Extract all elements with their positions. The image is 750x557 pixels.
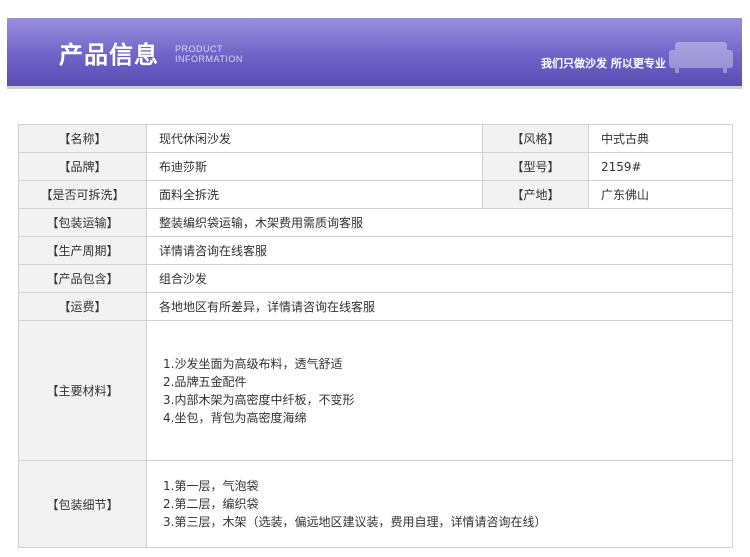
materials-label: 【主要材料】 [18, 320, 147, 461]
product-info-table: 【名称】 现代休闲沙发 【风格】 中式古典 【品牌】 布迪莎斯 【型号】 215… [18, 124, 733, 548]
table-row: 【名称】 现代休闲沙发 【风格】 中式古典 [18, 124, 733, 153]
page-title: 产品信息 [59, 41, 159, 69]
slogan: 我们只做沙发 所以更专业 [541, 57, 666, 70]
name-value: 现代休闲沙发 [146, 124, 483, 153]
table-row: 【运费】 各地地区有所差异，详情请咨询在线客服 [18, 292, 733, 321]
packing-label: 【包装细节】 [18, 460, 147, 548]
table-row: 【产品包含】 组合沙发 [18, 264, 733, 293]
list-item: 2.第二层，编织袋 [163, 497, 259, 511]
cycle-value: 详情请咨询在线客服 [146, 236, 733, 265]
model-value: 2159# [588, 152, 733, 181]
table-row: 【是否可拆洗】 面料全拆洗 【产地】 广东佛山 [18, 180, 733, 209]
includes-value: 组合沙发 [146, 264, 733, 293]
title-english: PRODUCT INFORMATION [175, 44, 243, 64]
name-label: 【名称】 [18, 124, 147, 153]
table-row: 【主要材料】 1.沙发坐面为高级布料，透气舒适 2.品牌五金配件 3.内部木架为… [18, 320, 733, 461]
list-item: 1.第一层，气泡袋 [163, 479, 259, 493]
title-english-line1: PRODUCT [175, 44, 223, 54]
includes-label: 【产品包含】 [18, 264, 147, 293]
packing-value: 1.第一层，气泡袋 2.第二层，编织袋 3.第三层，木架（选装，偏远地区建议装，… [146, 460, 733, 548]
table-row: 【生产周期】 详情请咨询在线客服 [18, 236, 733, 265]
model-label: 【型号】 [482, 152, 589, 181]
origin-label: 【产地】 [482, 180, 589, 209]
freight-value: 各地地区有所差异，详情请咨询在线客服 [146, 292, 733, 321]
table-row: 【包装运输】 整装编织袋运输，木架费用需质询客服 [18, 208, 733, 237]
materials-value: 1.沙发坐面为高级布料，透气舒适 2.品牌五金配件 3.内部木架为高密度中纤板，… [146, 320, 733, 461]
list-item: 3.内部木架为高密度中纤板，不变形 [163, 392, 355, 407]
table-row: 【品牌】 布迪莎斯 【型号】 2159# [18, 152, 733, 181]
title-english-line2: INFORMATION [175, 54, 243, 64]
list-item: 2.品牌五金配件 [163, 374, 247, 389]
list-item: 4.坐包，背包为高密度海绵 [163, 410, 307, 425]
sofa-icon [669, 42, 733, 73]
cycle-label: 【生产周期】 [18, 236, 147, 265]
list-item: 1.沙发坐面为高级布料，透气舒适 [163, 356, 343, 371]
removable-label: 【是否可拆洗】 [18, 180, 147, 209]
brand-value: 布迪莎斯 [146, 152, 483, 181]
shipping-label: 【包装运输】 [18, 208, 147, 237]
brand-label: 【品牌】 [18, 152, 147, 181]
shipping-value: 整装编织袋运输，木架费用需质询客服 [146, 208, 733, 237]
style-value: 中式古典 [588, 124, 733, 153]
table-row: 【包装细节】 1.第一层，气泡袋 2.第二层，编织袋 3.第三层，木架（选装，偏… [18, 460, 733, 548]
list-item: 3.第三层，木架（选装，偏远地区建议装，费用自理，详情请咨询在线） [163, 515, 547, 529]
removable-value: 面料全拆洗 [146, 180, 483, 209]
origin-value: 广东佛山 [588, 180, 733, 209]
freight-label: 【运费】 [18, 292, 147, 321]
style-label: 【风格】 [482, 124, 589, 153]
header-banner: 产品信息 PRODUCT INFORMATION 我们只做沙发 所以更专业 [7, 18, 742, 89]
